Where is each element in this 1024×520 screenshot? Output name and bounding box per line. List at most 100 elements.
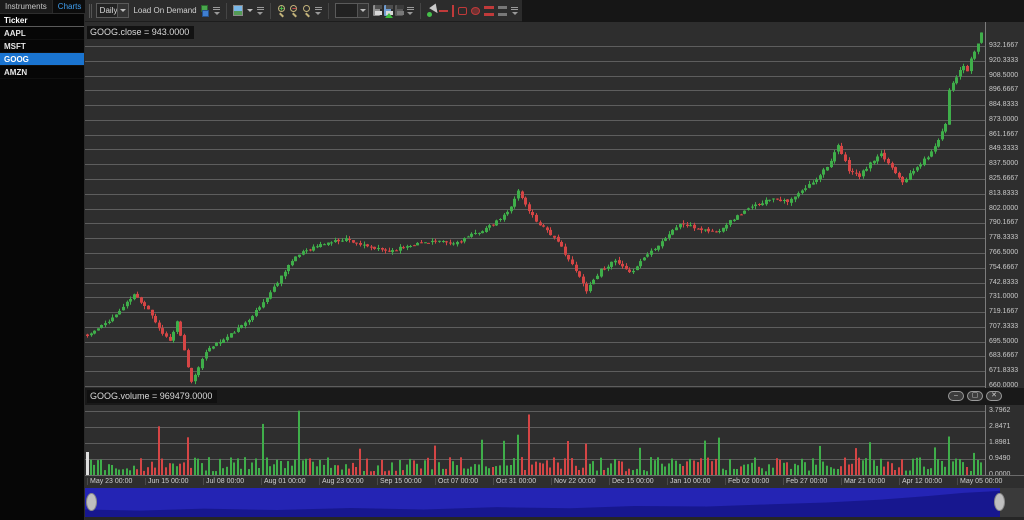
date-axis-label: Oct 31 00:00 — [493, 478, 536, 485]
ticker-row[interactable]: GOOG — [0, 53, 84, 66]
save-disabled-icon — [395, 5, 405, 16]
volume-axis-label: 2.8471 — [989, 423, 1011, 430]
horizontal-scrollbar-thumb[interactable] — [85, 488, 1000, 517]
instruments-panel: Instruments Charts✕ Ticker AAPL MSFT GOO… — [0, 0, 99, 520]
close-button[interactable]: ✕ — [986, 391, 1002, 401]
volume-axis-label: 0.9490 — [989, 455, 1011, 462]
volume-axis[interactable]: 3.79622.84711.89810.94900.0000 — [985, 405, 1024, 478]
price-axis-label: 766.5000 — [989, 248, 1019, 256]
minimize-button[interactable]: – — [948, 391, 964, 401]
date-axis-label: Oct 07 00:00 — [435, 478, 478, 485]
price-axis-label: 707.3333 — [989, 322, 1019, 330]
zoom-in-icon[interactable]: + — [277, 4, 286, 18]
date-axis-label: Dec 15 00:00 — [609, 478, 654, 485]
price-axis-label: 849.3333 — [989, 145, 1019, 153]
navigator-price-silhouette — [85, 490, 1000, 517]
price-axis-label: 920.3333 — [989, 56, 1019, 64]
save-update-icon[interactable] — [383, 5, 394, 18]
horizontal-scrollbar-track[interactable] — [85, 488, 1024, 517]
price-axis-label: 861.1667 — [989, 130, 1019, 138]
price-axis-label: 778.3333 — [989, 234, 1019, 242]
volume-bars-svg — [85, 410, 985, 476]
date-axis-label: Aug 23 00:00 — [319, 478, 364, 485]
tab-instruments[interactable]: Instruments — [0, 0, 53, 13]
interval-select[interactable]: Daily — [95, 3, 130, 18]
volume-axis-label: 1.8981 — [989, 439, 1011, 446]
ticker-list: AAPL MSFT GOOG AMZN — [0, 27, 84, 79]
vertical-line-tool-icon[interactable] — [452, 4, 454, 17]
price-axis-label: 825.6667 — [989, 175, 1019, 183]
chart-toolbar: Daily Load On Demand + − — [85, 0, 522, 22]
volume-window-buttons: – ▢ ✕ — [948, 391, 1002, 401]
ticker-row[interactable]: AAPL — [0, 27, 84, 40]
date-axis-label: May 23 00:00 — [87, 478, 132, 485]
price-axis-label: 695.5000 — [989, 337, 1019, 345]
template-select[interactable] — [334, 3, 369, 18]
volume-panel-header: GOOG.volume = 969479.0000 – ▢ ✕ — [85, 388, 1024, 405]
date-axis-label: Aug 01 00:00 — [261, 478, 306, 485]
date-axis-label: Mar 21 00:00 — [841, 478, 885, 485]
toolbar-overflow-icon[interactable] — [511, 5, 518, 17]
price-axis-label: 719.1667 — [989, 308, 1019, 316]
rectangle-tool-icon[interactable] — [457, 6, 467, 15]
zoom-reset-icon[interactable] — [302, 4, 311, 18]
price-axis-label: 932.1667 — [989, 42, 1019, 49]
save-icon[interactable] — [372, 5, 382, 16]
volume-axis-label: 3.7962 — [989, 407, 1011, 414]
maximize-button[interactable]: ▢ — [967, 391, 983, 401]
price-axis-label: 790.1667 — [989, 219, 1019, 227]
date-axis-label: Sep 15 00:00 — [377, 478, 422, 485]
pointer-tool-icon[interactable] — [426, 3, 441, 17]
chevron-down-icon[interactable] — [117, 4, 129, 17]
date-axis[interactable]: May 23 00:00 Jun 15 00:00 Jul 08 00:00 Aug … — [85, 475, 1024, 488]
channel-tool-disabled-icon — [497, 5, 507, 16]
toolbar-overflow-icon[interactable] — [314, 5, 322, 17]
scrollbar-left-handle[interactable] — [86, 493, 97, 511]
sidebar-tabbar: Instruments Charts✕ — [0, 0, 99, 14]
chevron-down-icon[interactable] — [246, 9, 253, 12]
price-axis-label: 754.6667 — [989, 263, 1019, 271]
date-axis-label: Jul 08 00:00 — [203, 478, 244, 485]
chart-type-icon[interactable] — [233, 5, 243, 16]
price-axis-label: 837.5000 — [989, 160, 1019, 168]
volume-chart-plot[interactable] — [85, 405, 985, 476]
toolbar-separator — [269, 2, 271, 19]
price-axis-label: 742.8333 — [989, 278, 1019, 286]
price-axis-label: 683.6667 — [989, 352, 1019, 360]
price-axis[interactable]: 932.1667 920.3333 908.5000 896.6667 884.8333… — [985, 22, 1024, 389]
navigator-left-grip[interactable] — [86, 452, 89, 475]
toolbar-separator — [327, 2, 329, 19]
date-axis-label: Feb 27 00:00 — [783, 478, 827, 485]
date-axis-label: Apr 12 00:00 — [899, 478, 942, 485]
toolbar-drag-grip[interactable] — [89, 3, 92, 18]
toolbar-overflow-icon[interactable] — [256, 5, 264, 17]
price-axis-label: 671.8333 — [989, 367, 1019, 375]
price-axis-label: 802.0000 — [989, 204, 1019, 212]
toolbar-separator — [226, 2, 228, 19]
ellipse-tool-icon[interactable] — [470, 6, 481, 15]
interval-value: Daily — [99, 6, 118, 15]
toolbar-overflow-icon[interactable] — [213, 5, 221, 17]
zoom-out-icon[interactable]: − — [289, 4, 298, 18]
date-axis-label: May 05 00:00 — [957, 478, 1002, 485]
load-on-demand-label: Load On Demand — [133, 6, 197, 15]
price-chart-plot[interactable]: GOOG.close = 943.0000 — [85, 22, 985, 388]
price-axis-label: 908.5000 — [989, 71, 1019, 79]
price-axis-label: 731.0000 — [989, 293, 1019, 301]
ticker-row[interactable]: AMZN — [0, 66, 84, 79]
channel-tool-icon[interactable] — [484, 5, 494, 16]
toolbar-background: Daily Load On Demand + − — [85, 0, 1024, 22]
toolbar-overflow-icon[interactable] — [406, 5, 414, 17]
ticker-row[interactable]: MSFT — [0, 40, 84, 53]
price-axis-label: 873.0000 — [989, 115, 1019, 123]
load-on-demand-icon[interactable] — [200, 4, 210, 17]
scrollbar-right-handle[interactable] — [994, 493, 1005, 511]
chevron-down-icon[interactable] — [356, 4, 368, 17]
date-axis-label: Feb 02 00:00 — [725, 478, 769, 485]
price-axis-label: 896.6667 — [989, 86, 1019, 94]
price-axis-label: 813.8333 — [989, 189, 1019, 197]
price-series-label: GOOG.close = 943.0000 — [87, 26, 195, 39]
volume-series-label: GOOG.volume = 969479.0000 — [87, 390, 218, 403]
toolbar-separator — [419, 2, 421, 19]
date-axis-label: Nov 22 00:00 — [551, 478, 596, 485]
